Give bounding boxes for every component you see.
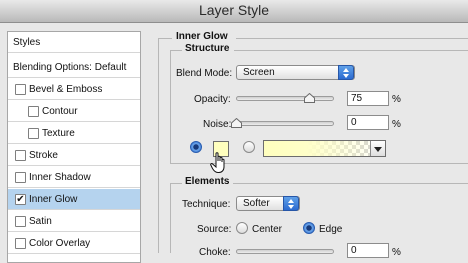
solid-color-radio[interactable] bbox=[190, 141, 202, 153]
gradient-radio[interactable] bbox=[243, 141, 255, 153]
sidebar-item-label: Blending Options: Default bbox=[13, 62, 127, 73]
opacity-input[interactable]: 75 bbox=[347, 91, 389, 106]
hand-cursor-icon bbox=[210, 152, 225, 173]
sidebar-item-label: Satin bbox=[29, 216, 52, 227]
blend-mode-label: Blend Mode: bbox=[176, 68, 233, 79]
window-title: Layer Style bbox=[198, 2, 270, 18]
sidebar-item-color-overlay[interactable]: Color Overlay bbox=[8, 233, 140, 254]
technique-select[interactable]: Softer bbox=[236, 196, 300, 211]
noise-slider-thumb[interactable] bbox=[230, 118, 242, 128]
checkbox[interactable] bbox=[28, 106, 39, 117]
checkbox[interactable] bbox=[15, 84, 26, 95]
choke-slider-track[interactable] bbox=[236, 249, 334, 254]
inner-glow-heading: Inner Glow bbox=[176, 31, 228, 42]
divider bbox=[158, 38, 172, 39]
sidebar-item-label: Color Overlay bbox=[29, 238, 91, 249]
opacity-unit: % bbox=[392, 94, 401, 105]
noise-slider-track[interactable] bbox=[236, 121, 334, 126]
divider bbox=[236, 38, 468, 39]
sidebar-item-styles[interactable]: Styles bbox=[8, 32, 140, 53]
sidebar-item-label: Bevel & Emboss bbox=[29, 84, 103, 95]
source-edge-radio[interactable] bbox=[303, 222, 315, 234]
sidebar-item-contour[interactable]: Contour bbox=[8, 101, 140, 122]
divider bbox=[170, 50, 182, 51]
divider bbox=[158, 38, 159, 253]
sidebar-item-inner-glow[interactable]: ✔ Inner Glow bbox=[8, 189, 140, 210]
elements-heading: Elements bbox=[185, 176, 230, 187]
blend-mode-value: Screen bbox=[243, 67, 275, 78]
sidebar-item-label: Contour bbox=[42, 106, 78, 117]
gradient-dropdown-button[interactable] bbox=[370, 141, 385, 156]
technique-value: Softer bbox=[243, 198, 270, 209]
title-bar: Layer Style bbox=[0, 0, 468, 23]
sidebar-item-stroke[interactable]: Stroke bbox=[8, 145, 140, 166]
sidebar-item-blending-options[interactable]: Blending Options: Default bbox=[8, 57, 140, 78]
checkbox[interactable] bbox=[15, 172, 26, 183]
checkbox[interactable] bbox=[15, 216, 26, 227]
source-center-label: Center bbox=[252, 224, 283, 235]
sidebar-item-texture[interactable]: Texture bbox=[8, 123, 140, 144]
sidebar-item-label: Stroke bbox=[29, 150, 58, 161]
chevron-down-icon bbox=[374, 147, 382, 152]
checkbox[interactable] bbox=[15, 238, 26, 249]
source-center-radio[interactable] bbox=[236, 222, 248, 234]
noise-unit: % bbox=[392, 119, 401, 130]
divider bbox=[234, 50, 468, 51]
updown-arrows-icon bbox=[338, 65, 354, 80]
gradient-picker[interactable] bbox=[263, 140, 386, 157]
opacity-slider-track[interactable] bbox=[236, 96, 334, 101]
checkbox[interactable] bbox=[28, 128, 39, 139]
blend-mode-select[interactable]: Screen bbox=[236, 65, 355, 80]
checkbox[interactable] bbox=[15, 150, 26, 161]
sidebar-item-inner-shadow[interactable]: Inner Shadow bbox=[8, 167, 140, 188]
divider bbox=[170, 183, 171, 253]
styles-sidebar: Styles Blending Options: Default Bevel &… bbox=[7, 31, 141, 263]
source-label: Source: bbox=[197, 224, 232, 235]
sidebar-item-satin[interactable]: Satin bbox=[8, 211, 140, 232]
source-edge-label: Edge bbox=[319, 224, 343, 235]
structure-heading: Structure bbox=[185, 43, 230, 54]
divider bbox=[170, 50, 171, 163]
technique-label: Technique: bbox=[182, 199, 231, 210]
sidebar-item-bevel-emboss[interactable]: Bevel & Emboss bbox=[8, 79, 140, 100]
noise-label: Noise: bbox=[203, 119, 232, 130]
sidebar-item-label: Texture bbox=[42, 128, 75, 139]
updown-arrows-icon bbox=[283, 196, 299, 211]
checkbox-checked[interactable]: ✔ bbox=[15, 194, 26, 205]
sidebar-item-label: Inner Glow bbox=[29, 194, 78, 205]
noise-input[interactable]: 0 bbox=[347, 115, 389, 130]
sidebar-item-label: Styles bbox=[13, 37, 41, 48]
sidebar-item-label: Inner Shadow bbox=[29, 172, 91, 183]
opacity-slider-thumb[interactable] bbox=[304, 93, 315, 103]
choke-input[interactable]: 0 bbox=[347, 243, 389, 258]
divider bbox=[170, 183, 182, 184]
opacity-label: Opacity: bbox=[194, 94, 231, 105]
divider bbox=[233, 183, 468, 184]
